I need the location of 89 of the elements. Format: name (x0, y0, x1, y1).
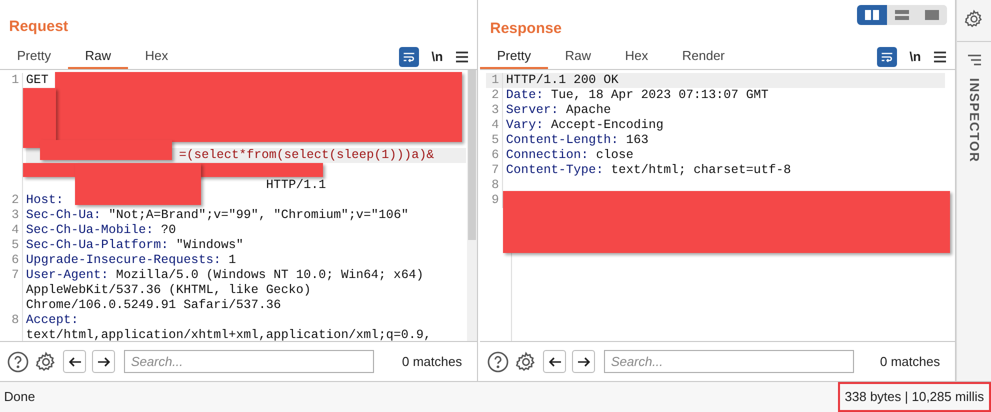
columns-icon (865, 10, 879, 20)
inspector-tab[interactable]: INSPECTOR (964, 78, 984, 163)
line-number: 1 (10, 73, 20, 89)
header-value: close (595, 148, 634, 162)
code-text: HTTP/1.1 (265, 178, 328, 193)
view-tab[interactable]: Hex (128, 44, 186, 69)
header-value: "Windows" (175, 238, 244, 252)
line-number: 3 (490, 103, 500, 118)
match-count: 0 matches (880, 352, 941, 371)
header-value: Tue, 18 Apr 2023 07:13:07 GMT (550, 88, 769, 102)
single-pane-icon (925, 10, 939, 20)
previous-button[interactable] (543, 350, 566, 373)
header-value: text/html,application/xhtml+xml,application/xml;q=0.9, (26, 328, 432, 341)
view-tab[interactable]: Raw (548, 44, 608, 69)
settings-icon[interactable] (35, 350, 57, 372)
left-arrow-icon (68, 354, 82, 368)
line-number: 2 (490, 88, 500, 103)
header-name: Vary: (506, 118, 544, 132)
wrap-lines-icon[interactable] (399, 46, 420, 66)
match-count: 0 matches (402, 352, 463, 371)
code-text: =(select*from(select(sleep(1)))a)& (179, 148, 434, 162)
list-icon[interactable] (966, 54, 982, 66)
scrollbar-thumb[interactable] (468, 70, 476, 240)
previous-button[interactable] (63, 350, 86, 373)
help-icon[interactable] (7, 350, 29, 372)
header-name: Sec-Ch-Ua: (26, 208, 102, 222)
header-name: Content-Type: (506, 163, 604, 177)
line-number: 5 (10, 238, 20, 253)
rows-icon (895, 10, 909, 20)
header-value: Apache (565, 103, 612, 117)
line-number: 3 (10, 208, 20, 223)
header-name: Host: (26, 193, 64, 207)
header-value: Mozilla/5.0 (Windows NT 10.0; Win64; x64) (115, 268, 424, 282)
header-value: Chrome/106.0.5249.91 Safari/537.36 (26, 298, 282, 313)
line-number: 1 (490, 73, 500, 88)
header-name: Connection: (506, 148, 589, 162)
line-number: 7 (490, 163, 500, 178)
right-arrow-icon (96, 354, 110, 368)
next-button[interactable] (572, 350, 595, 373)
header-value: "Not;A=Brand";v="99", "Chromium";v="106" (108, 208, 409, 222)
header-name: Upgrade-Insecure-Requests: (26, 253, 222, 267)
header-name: Content-Length: (506, 133, 619, 147)
line-number: 5 (490, 133, 500, 148)
search-field[interactable]: Search... (124, 350, 374, 373)
header-name: Server: (506, 103, 559, 117)
line-number: 6 (490, 148, 500, 163)
header-value: ?0 (160, 223, 176, 237)
line-number: 4 (490, 118, 500, 133)
panel-title: Response (490, 19, 562, 39)
header-name: Accept: (26, 313, 79, 327)
response-stats: 338 bytes | 10,285 millis (838, 382, 991, 412)
line-number: 2 (10, 193, 20, 208)
wrap-lines-icon[interactable] (877, 46, 898, 66)
code-text: GET (26, 73, 50, 88)
view-tab[interactable]: Pretty (480, 44, 548, 69)
view-tab[interactable]: Render (665, 44, 742, 69)
newline-toggle[interactable]: \n (909, 46, 921, 66)
settings-icon[interactable] (964, 9, 984, 29)
view-tab[interactable]: Raw (68, 44, 128, 69)
header-name: Sec-Ch-Ua-Mobile: (26, 223, 154, 237)
header-value: 1 (228, 253, 236, 267)
line-number: 8 (10, 313, 20, 329)
left-arrow-icon (548, 354, 562, 368)
next-button[interactable] (92, 350, 115, 373)
menu-icon[interactable] (455, 50, 469, 64)
search-field[interactable]: Search... (604, 350, 854, 373)
line-number: 8 (490, 178, 500, 193)
header-name: Sec-Ch-Ua-Platform: (26, 238, 169, 252)
header-name: User-Agent: (26, 268, 109, 282)
menu-icon[interactable] (933, 50, 947, 64)
layout-button[interactable] (857, 5, 887, 25)
header-name: HTTP/1.1 200 OK (506, 73, 619, 87)
line-number: 7 (10, 268, 20, 284)
header-name: Date: (506, 88, 544, 102)
header-value: AppleWebKit/537.36 (KHTML, like Gecko) (26, 283, 312, 298)
line-number: 6 (10, 253, 20, 268)
panel-title: Request (9, 16, 68, 36)
settings-icon[interactable] (515, 350, 537, 372)
help-icon[interactable] (487, 350, 509, 372)
header-value: text/html; charset=utf-8 (610, 163, 792, 177)
view-tab[interactable]: Hex (608, 44, 666, 69)
line-number: 9 (490, 193, 500, 208)
view-tab[interactable]: Pretty (0, 44, 68, 69)
status-message: Done (3, 388, 36, 406)
line-number: 4 (10, 223, 20, 238)
header-value: Accept-Encoding (550, 118, 664, 132)
header-value: 163 (625, 133, 649, 147)
newline-toggle[interactable]: \n (431, 46, 443, 66)
right-arrow-icon (576, 354, 590, 368)
